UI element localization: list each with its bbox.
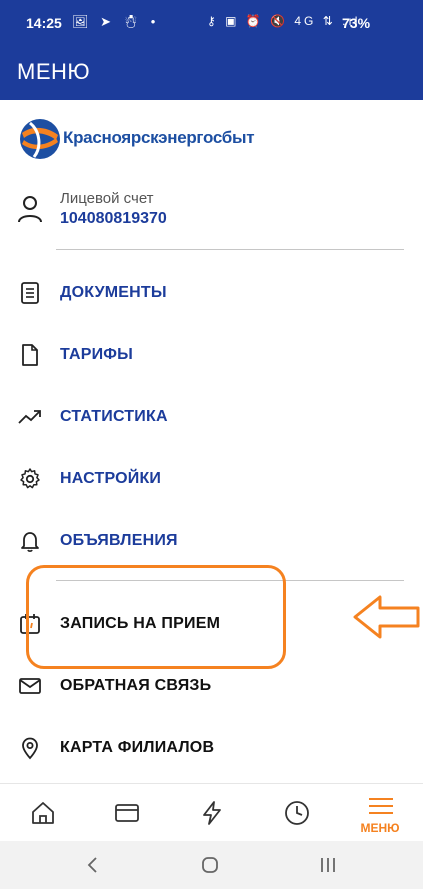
menu-item-feedback[interactable]: ОБРАТНАЯ СВЯЗЬ [0, 663, 423, 707]
brand-name: Красноярскэнергосбыт [63, 128, 255, 147]
battery-level: 73% [342, 15, 371, 31]
account-label: Лицевой счет [60, 190, 154, 207]
tab-menu[interactable]: МЕНЮ [350, 784, 410, 842]
menu-item-settings[interactable]: НАСТРОЙКИ [0, 456, 423, 500]
menu-label-documents: ДОКУМЕНТЫ [60, 284, 167, 301]
status-bar: 14:25 🖼 ➤ ☃ • ⚷ ▣ ⏰ 🔇 4G ⇅ .ıl 73% [0, 0, 423, 44]
menu-label-statistics: СТАТИСТИКА [60, 408, 168, 425]
system-icons: ⚷ ▣ ⏰ 🔇 4G ⇅ .ıl [207, 14, 361, 28]
tab-home[interactable] [12, 784, 72, 842]
menu-label-tariffs: ТАРИФЫ [60, 346, 134, 363]
menu-item-tariffs[interactable]: ТАРИФЫ [0, 332, 423, 376]
recent-apps-icon[interactable] [318, 855, 338, 875]
menu-label-announcements: ОБЪЯВЛЕНИЯ [60, 532, 178, 549]
back-icon[interactable] [83, 855, 103, 875]
home-circle-icon[interactable] [200, 855, 220, 875]
arrow-left-icon [353, 595, 420, 639]
menu-item-documents[interactable]: ДОКУМЕНТЫ [0, 270, 423, 314]
account-number[interactable]: 104080819370 [60, 210, 167, 228]
gear-icon [20, 468, 40, 489]
tab-menu-label: МЕНЮ [360, 821, 400, 835]
menu-label-feedback: ОБРАТНАЯ СВЯЗЬ [60, 677, 212, 694]
notification-icons: 🖼 ➤ ☃ • [72, 14, 160, 29]
menu-item-branches-map[interactable]: КАРТА ФИЛИАЛОВ [0, 725, 423, 769]
menu-label-branches-map: КАРТА ФИЛИАЛОВ [60, 739, 215, 756]
tab-history[interactable] [266, 784, 326, 842]
map-pin-icon [22, 737, 38, 760]
menu-item-announcements[interactable]: ОБЪЯВЛЕНИЯ [0, 518, 423, 562]
highlight-box [26, 565, 286, 669]
menu-label-settings: НАСТРОЙКИ [60, 470, 162, 487]
page-title: МЕНЮ [17, 59, 91, 84]
menu-item-statistics[interactable]: СТАТИСТИКА [0, 394, 423, 438]
system-nav-bar [0, 841, 423, 889]
app-bar: МЕНЮ [0, 44, 423, 100]
status-time: 14:25 [26, 15, 62, 31]
tab-meters[interactable] [181, 784, 241, 842]
trending-up-icon [18, 410, 41, 424]
brand-logo-icon [20, 119, 60, 159]
clock-icon [285, 801, 309, 825]
tab-payment[interactable] [96, 784, 156, 842]
document-list-icon [21, 282, 39, 304]
bottom-tab-bar: МЕНЮ [0, 783, 423, 842]
file-icon [22, 344, 38, 366]
bell-icon [21, 532, 39, 552]
card-icon [115, 804, 139, 822]
divider [56, 249, 404, 250]
user-icon [18, 196, 42, 223]
hamburger-menu-icon [369, 798, 393, 814]
lightning-icon [203, 801, 221, 825]
mail-icon [19, 678, 41, 694]
home-icon [32, 802, 54, 824]
